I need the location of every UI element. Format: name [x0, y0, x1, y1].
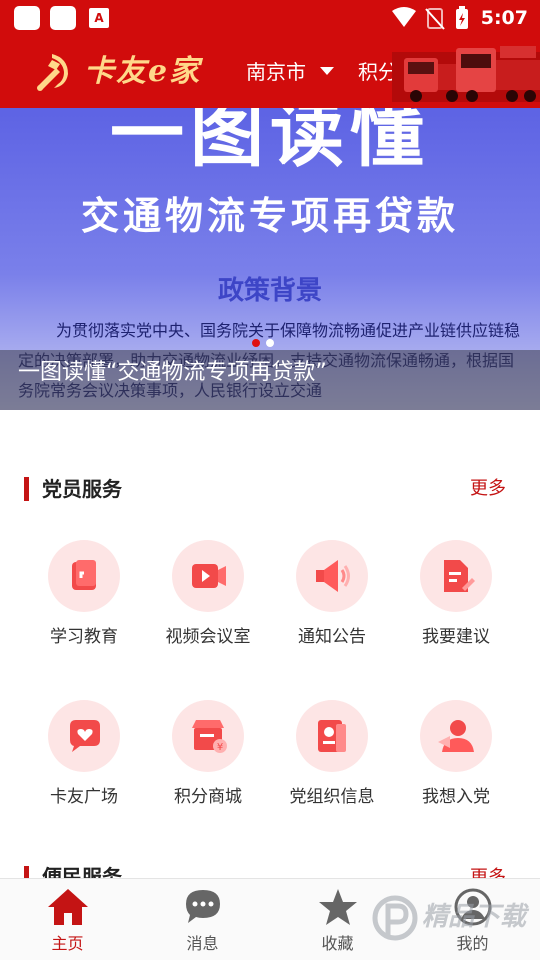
icon-badge [48, 700, 120, 772]
tab-home[interactable]: 主页 [0, 879, 135, 960]
service-label: 视频会议室 [165, 627, 251, 647]
star-icon [319, 889, 357, 925]
carousel-dot [266, 339, 274, 347]
service-item-party-org[interactable]: 党组织信息 [267, 700, 397, 830]
app-notification-icon: A [89, 8, 109, 28]
section-accent-bar [24, 477, 29, 501]
section-title-party-services: 党员服务 [42, 477, 122, 501]
service-label: 通知公告 [298, 627, 366, 647]
watermark-logo-icon [372, 895, 418, 941]
tab-label: 主页 [51, 934, 84, 953]
tab-messages[interactable]: 消息 [135, 879, 270, 960]
notification-icon [50, 6, 76, 30]
watermark: 精品下载 [370, 888, 540, 954]
service-item-points-mall[interactable]: ¥ 积分商城 [143, 700, 273, 830]
trucks-illustration [392, 46, 540, 102]
message-icon [186, 890, 220, 923]
join-party-icon [438, 720, 474, 752]
chevron-down-icon[interactable] [320, 67, 334, 75]
system-status-icons [392, 6, 468, 30]
notification-icon [14, 6, 40, 30]
service-item-study[interactable]: 学习教育 [19, 540, 149, 670]
banner-caption-bar: 一图读懂“交通物流专项再贷款” [0, 350, 540, 410]
video-conference-icon [192, 564, 226, 588]
banner-subtitle: 交通物流专项再贷款 [80, 194, 459, 238]
city-selector[interactable]: 南京市 [246, 56, 306, 88]
app-title: 卡友e家 [84, 54, 202, 89]
service-item-join-party[interactable]: 我想入党 [391, 700, 521, 830]
banner-section-heading: 政策背景 [217, 276, 322, 306]
icon-badge [48, 540, 120, 612]
service-label: 我想入党 [422, 787, 490, 807]
party-org-icon [318, 720, 346, 752]
service-label: 学习教育 [50, 627, 118, 647]
clock: 5:07 [480, 7, 528, 29]
service-item-suggestion[interactable]: 我要建议 [391, 540, 521, 670]
icon-badge [172, 540, 244, 612]
icon-badge [420, 700, 492, 772]
carousel-indicator [252, 332, 280, 347]
points-mall-icon: ¥ [192, 720, 227, 753]
banner-caption: 一图读懂“交通物流专项再贷款” [18, 360, 327, 385]
party-emblem-icon [37, 54, 68, 91]
banner-carousel[interactable]: 一图读懂 交通物流专项再贷款 政策背景 为贯彻落实党中央、国务院关于保障物流畅通… [0, 108, 540, 410]
service-item-announcement[interactable]: 通知公告 [267, 540, 397, 670]
service-label: 积分商城 [174, 787, 242, 807]
icon-badge [420, 540, 492, 612]
party-services-more-link[interactable]: 更多 [470, 475, 506, 503]
app-header: 卡友e家 南京市 积分 [0, 36, 540, 108]
carousel-dot-active [252, 339, 260, 347]
service-label: 卡友广场 [50, 787, 118, 807]
svg-text:¥: ¥ [217, 742, 223, 753]
icon-badge [296, 700, 368, 772]
study-icon [72, 560, 96, 590]
status-bar: A 5:07 [0, 0, 540, 36]
icon-badge [296, 540, 368, 612]
suggestion-icon [444, 560, 475, 592]
announcement-icon [316, 560, 350, 592]
community-icon [70, 720, 100, 752]
service-item-video-conference[interactable]: 视频会议室 [143, 540, 273, 670]
service-label: 党组织信息 [289, 787, 375, 807]
banner-headline: 一图读懂 [110, 108, 430, 177]
watermark-text: 精品下载 [422, 902, 527, 932]
service-label: 我要建议 [422, 627, 490, 647]
icon-badge: ¥ [172, 700, 244, 772]
tab-label: 消息 [186, 934, 219, 953]
service-item-community[interactable]: 卡友广场 [19, 700, 149, 830]
home-icon [48, 889, 88, 925]
